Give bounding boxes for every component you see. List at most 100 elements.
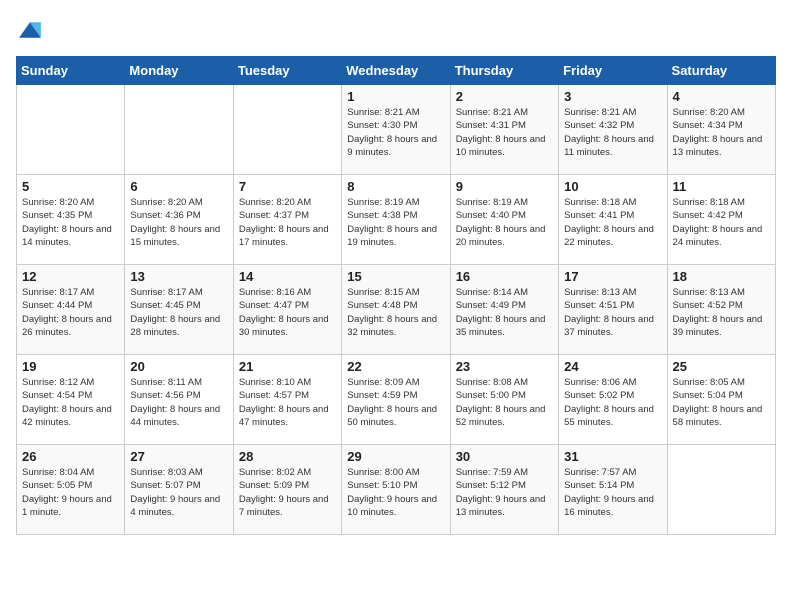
day-cell: 19 Sunrise: 8:12 AMSunset: 4:54 PMDayligh…	[17, 355, 125, 445]
logo	[16, 16, 48, 44]
day-cell: 31 Sunrise: 7:57 AMSunset: 5:14 PMDayligh…	[559, 445, 667, 535]
day-number: 22	[347, 359, 444, 374]
day-info: Sunrise: 8:21 AMSunset: 4:31 PMDaylight:…	[456, 106, 553, 159]
day-number: 19	[22, 359, 119, 374]
day-info: Sunrise: 8:15 AMSunset: 4:48 PMDaylight:…	[347, 286, 444, 339]
day-info: Sunrise: 8:08 AMSunset: 5:00 PMDaylight:…	[456, 376, 553, 429]
day-number: 26	[22, 449, 119, 464]
day-cell: 2 Sunrise: 8:21 AMSunset: 4:31 PMDaylight…	[450, 85, 558, 175]
day-info: Sunrise: 8:21 AMSunset: 4:30 PMDaylight:…	[347, 106, 444, 159]
day-cell: 3 Sunrise: 8:21 AMSunset: 4:32 PMDaylight…	[559, 85, 667, 175]
day-cell: 26Sunrise: 8:04 AMSunset: 5:05 PMDayligh…	[17, 445, 125, 535]
day-cell: 16 Sunrise: 8:14 AMSunset: 4:49 PMDayligh…	[450, 265, 558, 355]
day-info: Sunrise: 8:13 AMSunset: 4:52 PMDaylight:…	[673, 286, 770, 339]
calendar-table: SundayMondayTuesdayWednesdayThursdayFrid…	[16, 56, 776, 535]
day-info: Sunrise: 8:20 AMSunset: 4:37 PMDaylight:…	[239, 196, 336, 249]
day-info: Sunrise: 8:18 AMSunset: 4:42 PMDaylight:…	[673, 196, 770, 249]
day-info: Sunrise: 8:21 AMSunset: 4:32 PMDaylight:…	[564, 106, 661, 159]
weekday-header-thursday: Thursday	[450, 57, 558, 85]
day-info: Sunrise: 8:05 AMSunset: 5:04 PMDaylight:…	[673, 376, 770, 429]
day-number: 16	[456, 269, 553, 284]
day-number: 4	[673, 89, 770, 104]
day-number: 23	[456, 359, 553, 374]
day-cell: 8Sunrise: 8:19 AMSunset: 4:38 PMDaylight…	[342, 175, 450, 265]
day-cell: 27Sunrise: 8:03 AMSunset: 5:07 PMDayligh…	[125, 445, 233, 535]
day-number: 21	[239, 359, 336, 374]
day-cell: 30 Sunrise: 7:59 AMSunset: 5:12 PMDayligh…	[450, 445, 558, 535]
day-info: Sunrise: 8:17 AMSunset: 4:44 PMDaylight:…	[22, 286, 119, 339]
day-number: 12	[22, 269, 119, 284]
day-cell: 25Sunrise: 8:05 AMSunset: 5:04 PMDayligh…	[667, 355, 775, 445]
day-number: 10	[564, 179, 661, 194]
day-number: 2	[456, 89, 553, 104]
day-info: Sunrise: 7:57 AMSunset: 5:14 PMDaylight:…	[564, 466, 661, 519]
day-number: 31	[564, 449, 661, 464]
day-cell: 10 Sunrise: 8:18 AMSunset: 4:41 PMDayligh…	[559, 175, 667, 265]
day-cell	[125, 85, 233, 175]
day-number: 11	[673, 179, 770, 194]
day-number: 3	[564, 89, 661, 104]
day-info: Sunrise: 7:59 AMSunset: 5:12 PMDaylight:…	[456, 466, 553, 519]
day-number: 15	[347, 269, 444, 284]
day-number: 6	[130, 179, 227, 194]
day-cell: 17Sunrise: 8:13 AMSunset: 4:51 PMDayligh…	[559, 265, 667, 355]
day-number: 27	[130, 449, 227, 464]
weekday-header-friday: Friday	[559, 57, 667, 85]
weekday-header-sunday: Sunday	[17, 57, 125, 85]
day-info: Sunrise: 8:20 AMSunset: 4:34 PMDaylight:…	[673, 106, 770, 159]
day-cell: 12 Sunrise: 8:17 AMSunset: 4:44 PMDayligh…	[17, 265, 125, 355]
day-cell: 13Sunrise: 8:17 AMSunset: 4:45 PMDayligh…	[125, 265, 233, 355]
day-number: 17	[564, 269, 661, 284]
day-cell: 7Sunrise: 8:20 AMSunset: 4:37 PMDaylight…	[233, 175, 341, 265]
weekday-header-row: SundayMondayTuesdayWednesdayThursdayFrid…	[17, 57, 776, 85]
day-cell: 20 Sunrise: 8:11 AMSunset: 4:56 PMDayligh…	[125, 355, 233, 445]
day-cell: 11 Sunrise: 8:18 AMSunset: 4:42 PMDayligh…	[667, 175, 775, 265]
week-row-5: 26Sunrise: 8:04 AMSunset: 5:05 PMDayligh…	[17, 445, 776, 535]
day-info: Sunrise: 8:10 AMSunset: 4:57 PMDaylight:…	[239, 376, 336, 429]
day-cell: 1 Sunrise: 8:21 AMSunset: 4:30 PMDaylight…	[342, 85, 450, 175]
day-cell	[233, 85, 341, 175]
day-number: 9	[456, 179, 553, 194]
weekday-header-monday: Monday	[125, 57, 233, 85]
day-number: 20	[130, 359, 227, 374]
day-info: Sunrise: 8:11 AMSunset: 4:56 PMDaylight:…	[130, 376, 227, 429]
week-row-4: 19 Sunrise: 8:12 AMSunset: 4:54 PMDayligh…	[17, 355, 776, 445]
day-number: 28	[239, 449, 336, 464]
day-number: 5	[22, 179, 119, 194]
day-info: Sunrise: 8:06 AMSunset: 5:02 PMDaylight:…	[564, 376, 661, 429]
day-cell: 14 Sunrise: 8:16 AMSunset: 4:47 PMDayligh…	[233, 265, 341, 355]
day-number: 29	[347, 449, 444, 464]
day-info: Sunrise: 8:20 AMSunset: 4:36 PMDaylight:…	[130, 196, 227, 249]
day-number: 1	[347, 89, 444, 104]
day-info: Sunrise: 8:09 AMSunset: 4:59 PMDaylight:…	[347, 376, 444, 429]
day-info: Sunrise: 8:16 AMSunset: 4:47 PMDaylight:…	[239, 286, 336, 339]
logo-icon	[16, 16, 44, 44]
day-cell: 28 Sunrise: 8:02 AMSunset: 5:09 PMDayligh…	[233, 445, 341, 535]
day-cell: 21 Sunrise: 8:10 AMSunset: 4:57 PMDayligh…	[233, 355, 341, 445]
day-cell: 23 Sunrise: 8:08 AMSunset: 5:00 PMDayligh…	[450, 355, 558, 445]
day-info: Sunrise: 8:12 AMSunset: 4:54 PMDaylight:…	[22, 376, 119, 429]
week-row-1: 1 Sunrise: 8:21 AMSunset: 4:30 PMDaylight…	[17, 85, 776, 175]
day-cell	[667, 445, 775, 535]
day-number: 18	[673, 269, 770, 284]
day-cell: 5 Sunrise: 8:20 AMSunset: 4:35 PMDaylight…	[17, 175, 125, 265]
week-row-2: 5 Sunrise: 8:20 AMSunset: 4:35 PMDaylight…	[17, 175, 776, 265]
day-cell: 24Sunrise: 8:06 AMSunset: 5:02 PMDayligh…	[559, 355, 667, 445]
day-info: Sunrise: 8:20 AMSunset: 4:35 PMDaylight:…	[22, 196, 119, 249]
day-info: Sunrise: 8:14 AMSunset: 4:49 PMDaylight:…	[456, 286, 553, 339]
day-number: 30	[456, 449, 553, 464]
day-cell: 15 Sunrise: 8:15 AMSunset: 4:48 PMDayligh…	[342, 265, 450, 355]
weekday-header-saturday: Saturday	[667, 57, 775, 85]
day-info: Sunrise: 8:19 AMSunset: 4:40 PMDaylight:…	[456, 196, 553, 249]
day-cell: 9 Sunrise: 8:19 AMSunset: 4:40 PMDaylight…	[450, 175, 558, 265]
day-cell: 6 Sunrise: 8:20 AMSunset: 4:36 PMDaylight…	[125, 175, 233, 265]
day-info: Sunrise: 8:02 AMSunset: 5:09 PMDaylight:…	[239, 466, 336, 519]
page-header	[16, 16, 776, 44]
day-number: 14	[239, 269, 336, 284]
day-number: 8	[347, 179, 444, 194]
day-cell: 29 Sunrise: 8:00 AMSunset: 5:10 PMDayligh…	[342, 445, 450, 535]
day-info: Sunrise: 8:00 AMSunset: 5:10 PMDaylight:…	[347, 466, 444, 519]
week-row-3: 12 Sunrise: 8:17 AMSunset: 4:44 PMDayligh…	[17, 265, 776, 355]
day-cell	[17, 85, 125, 175]
day-info: Sunrise: 8:18 AMSunset: 4:41 PMDaylight:…	[564, 196, 661, 249]
